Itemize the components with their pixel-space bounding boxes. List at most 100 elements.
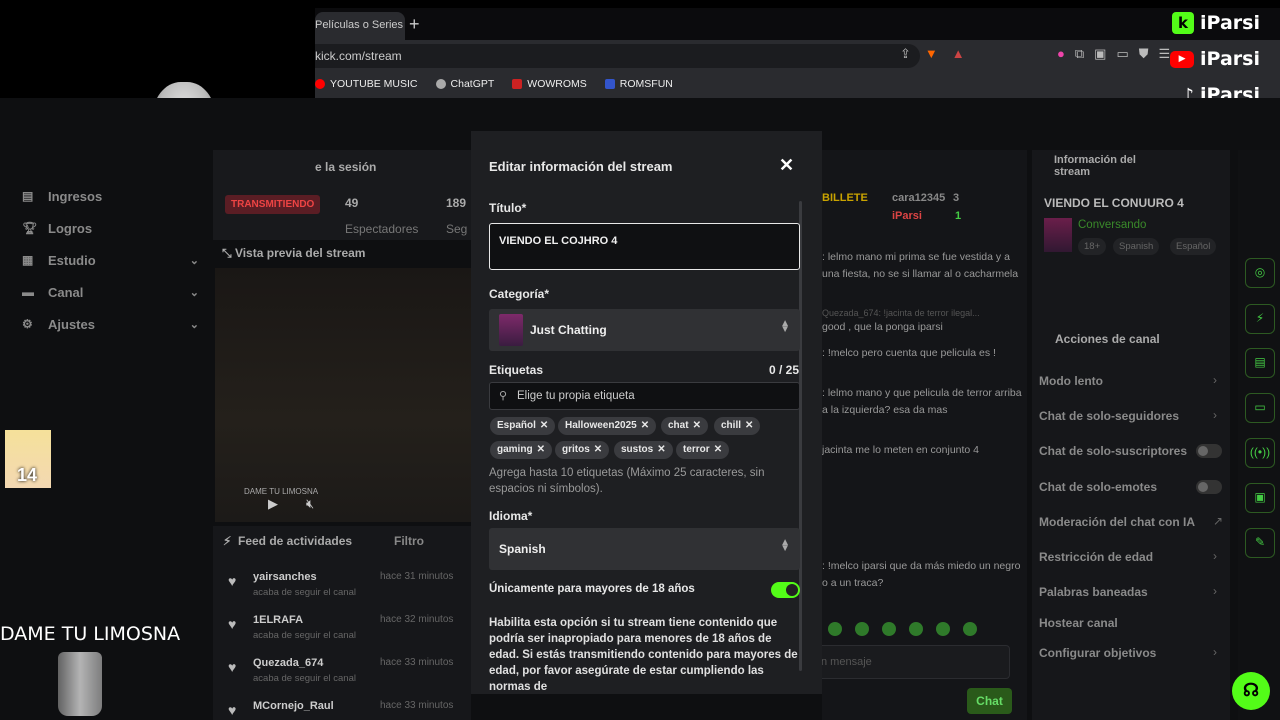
language-select[interactable]: Spanish ▲ ▼: [489, 528, 800, 570]
support-headset-icon[interactable]: ☊: [1232, 672, 1270, 710]
bookmark-youtube-music[interactable]: YOUTUBE MUSIC: [315, 78, 418, 90]
sidebar-item-ingresos[interactable]: ▤ Ingresos: [10, 180, 205, 212]
remove-tag-icon[interactable]: ✕: [693, 420, 701, 431]
remove-tag-icon[interactable]: ✕: [657, 444, 665, 455]
emote-icon[interactable]: [909, 622, 923, 636]
close-icon[interactable]: ✕: [779, 155, 794, 176]
tag-chip[interactable]: chat ✕: [661, 417, 708, 435]
select-arrows-icon: ▲ ▼: [780, 537, 790, 554]
stream-info-title: Información del stream: [1054, 154, 1136, 179]
emote-icon[interactable]: [936, 622, 950, 636]
chat-send-button[interactable]: Chat: [967, 688, 1012, 714]
chevron-right-icon: ›: [1213, 373, 1217, 387]
chat-input[interactable]: n mensaje: [818, 645, 1010, 679]
share-icon[interactable]: ⇪: [900, 46, 911, 62]
emote-icon[interactable]: [855, 622, 869, 636]
tag-chip[interactable]: chill ✕: [714, 417, 761, 435]
brave-shield-icon[interactable]: ▼: [925, 46, 938, 62]
modal-scrollbar[interactable]: [799, 201, 802, 671]
chat-bubble-icon[interactable]: ▭: [1245, 393, 1275, 423]
mute-icon[interactable]: 🔇︎: [306, 496, 314, 512]
donation-text: DAME TU LIMOSNA: [0, 623, 181, 645]
action-configurar-objetivos[interactable]: Configurar objetivos: [1039, 646, 1156, 660]
action-palabras-baneadas[interactable]: Palabras baneadas: [1039, 585, 1148, 599]
remove-tag-icon[interactable]: ✕: [745, 420, 753, 431]
bookmark-wowroms[interactable]: WOWROMS: [512, 78, 587, 90]
sidebar-item-logros[interactable]: 🏆︎ Logros: [10, 212, 205, 244]
tag-chip[interactable]: Español ✕: [490, 417, 556, 435]
extension-color-icon[interactable]: ●: [1057, 46, 1065, 62]
emote-icon[interactable]: [882, 622, 896, 636]
stream-tag: Español: [1170, 238, 1217, 255]
tag-chip[interactable]: terror ✕: [676, 441, 730, 459]
tags-label: Etiquetas: [489, 363, 544, 377]
chat-top-label: BILLETE: [822, 192, 868, 204]
vpn-icon[interactable]: ⛊: [1139, 46, 1149, 62]
toggle-solo-emotes[interactable]: [1196, 480, 1222, 494]
preview-caption: DAME TU LIMOSNA: [244, 487, 319, 496]
chevron-right-icon: ›: [1213, 549, 1217, 563]
action-solo-suscriptores[interactable]: Chat de solo-suscriptores: [1039, 444, 1187, 458]
notes-icon[interactable]: ▤: [1245, 348, 1275, 378]
sidebar-item-canal[interactable]: ▬ Canal ⌄: [10, 276, 205, 308]
puzzle-icon[interactable]: ⧉: [1075, 46, 1084, 62]
new-tab-button[interactable]: +: [409, 14, 420, 35]
action-solo-emotes[interactable]: Chat de solo-emotes: [1039, 480, 1157, 494]
toggle-solo-suscriptores[interactable]: [1196, 444, 1222, 458]
chevron-right-icon: ›: [1213, 584, 1217, 598]
followers-count: 189: [446, 196, 467, 210]
tag-search-placeholder: Elige tu propia etiqueta: [517, 390, 635, 402]
chevron-down-icon: ⌄: [189, 254, 199, 267]
romsfun-icon: [604, 79, 615, 89]
tag-chip[interactable]: Halloween2025 ✕: [558, 417, 657, 435]
wallet-icon[interactable]: ▭: [1116, 46, 1128, 62]
action-hostear-canal[interactable]: Hostear canal: [1039, 616, 1118, 630]
stream-preview[interactable]: [215, 268, 471, 522]
emote-icon[interactable]: [828, 622, 842, 636]
menu-icon[interactable]: ☰: [1159, 46, 1171, 62]
feed-filter-button[interactable]: Filtro: [394, 534, 424, 548]
action-restriccion-edad[interactable]: Restricción de edad: [1039, 550, 1153, 564]
bookmark-romsfun[interactable]: ROMSFUN: [604, 78, 673, 90]
category-value: Just Chatting: [530, 323, 607, 337]
tag-chip[interactable]: sustos ✕: [614, 441, 673, 459]
play-icon[interactable]: ▶: [268, 496, 278, 512]
sidebar-item-estudio[interactable]: ▦ Estudio ⌄: [10, 244, 205, 276]
tag-chip[interactable]: gaming ✕: [490, 441, 552, 459]
category-thumbnail: [499, 314, 523, 346]
bookmark-chatgpt[interactable]: ChatGPT: [435, 78, 494, 90]
action-modo-lento[interactable]: Modo lento: [1039, 374, 1103, 388]
edit-stream-modal: Editar información del stream ✕ Título* …: [471, 131, 822, 694]
external-link-icon: ↗: [1213, 514, 1224, 528]
chat-message: : !melco pero cuenta que pelicula es !: [822, 347, 996, 359]
camera-icon[interactable]: ◎: [1245, 258, 1275, 288]
address-bar[interactable]: kick.com/stream: [315, 44, 920, 68]
category-select[interactable]: Just Chatting ▲ ▼: [489, 309, 800, 351]
broadcast-icon[interactable]: ((•)): [1245, 438, 1275, 468]
heart-icon: ♥: [228, 616, 237, 632]
tag-chip[interactable]: gritos ✕: [555, 441, 610, 459]
action-solo-seguidores[interactable]: Chat de solo-seguidores: [1039, 409, 1179, 423]
chat-message: : lelmo mano y que pelicula de terror ar…: [822, 387, 1022, 416]
remove-tag-icon[interactable]: ✕: [641, 420, 649, 431]
sidebar-icon[interactable]: ▣: [1094, 46, 1106, 62]
remove-tag-icon[interactable]: ✕: [540, 420, 548, 431]
layout-icon[interactable]: ▣: [1245, 483, 1275, 513]
emote-icon[interactable]: [963, 622, 977, 636]
wrench-icon[interactable]: ✎: [1245, 528, 1275, 558]
browser-tab[interactable]: Películas o Series C: [315, 12, 405, 40]
remove-tag-icon[interactable]: ✕: [594, 444, 602, 455]
brave-rewards-icon[interactable]: ▲: [952, 46, 965, 62]
stream-title-input[interactable]: VIENDO EL COJHRO 4: [489, 223, 800, 270]
tag-search-input[interactable]: ⚲ Elige tu propia etiqueta: [489, 382, 800, 410]
tags-help-text: Agrega hasta 10 etiquetas (Máximo 25 car…: [489, 467, 765, 496]
lightning-icon[interactable]: ⚡︎: [1245, 304, 1275, 334]
remove-tag-icon[interactable]: ✕: [714, 444, 722, 455]
action-moderacion-ia[interactable]: Moderación del chat con IA: [1039, 515, 1195, 529]
bolt-icon: ⚡︎: [223, 534, 232, 548]
chevron-right-icon: ›: [1213, 408, 1217, 422]
language-value: Spanish: [499, 542, 546, 556]
sidebar-item-ajustes[interactable]: ⚙ Ajustes ⌄: [10, 308, 205, 340]
remove-tag-icon[interactable]: ✕: [537, 444, 545, 455]
adult-only-toggle[interactable]: [771, 582, 800, 598]
